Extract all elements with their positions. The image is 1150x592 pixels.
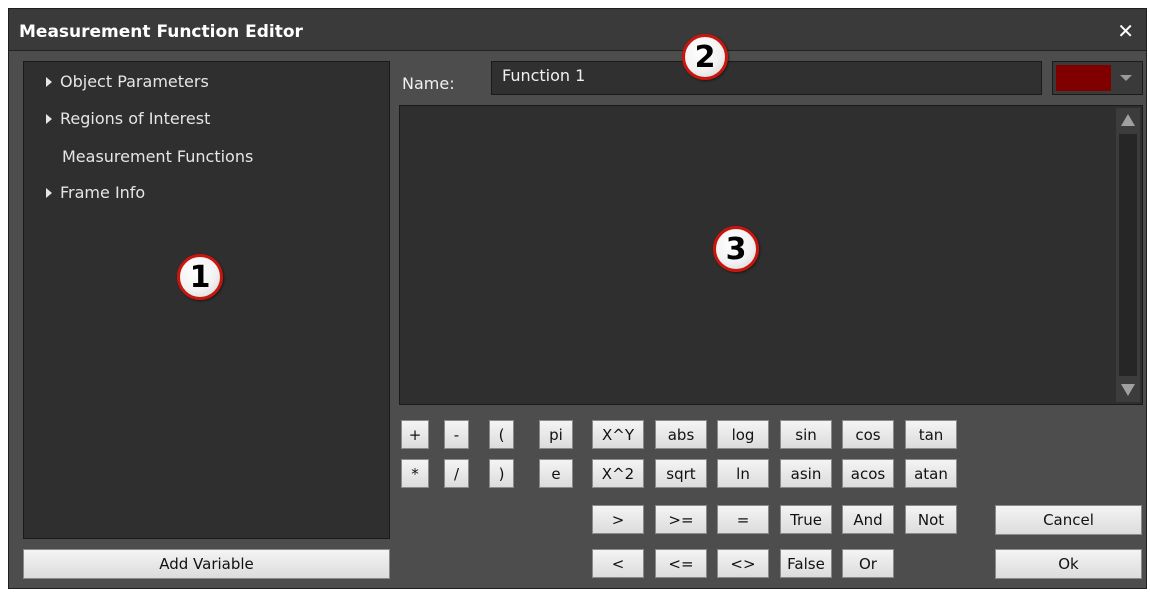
chevron-down-icon[interactable]	[1120, 75, 1132, 81]
key-sin[interactable]: sin	[780, 420, 832, 449]
tree-item-object-parameters[interactable]: Object Parameters	[46, 72, 209, 91]
key-close-paren[interactable]: )	[489, 459, 514, 488]
color-swatch	[1056, 65, 1111, 91]
key-true[interactable]: True	[780, 505, 832, 534]
ok-button[interactable]: Ok	[995, 549, 1142, 579]
expression-editor[interactable]	[399, 105, 1143, 405]
key-asin[interactable]: asin	[780, 459, 832, 488]
tree-item-label: Object Parameters	[60, 72, 209, 91]
tree-item-regions-of-interest[interactable]: Regions of Interest	[46, 109, 210, 128]
key-not[interactable]: Not	[905, 505, 957, 534]
variable-tree[interactable]: Object Parameters Regions of Interest Me…	[23, 61, 390, 539]
key-cos[interactable]: cos	[842, 420, 894, 449]
key-pi[interactable]: pi	[539, 420, 573, 449]
callout-marker-2: 2	[682, 34, 728, 80]
vertical-scrollbar[interactable]	[1116, 108, 1140, 402]
title-bar[interactable]: Measurement Function Editor ✕	[9, 9, 1146, 51]
scroll-down-arrow-icon[interactable]	[1116, 378, 1140, 402]
tree-item-frame-info[interactable]: Frame Info	[46, 183, 145, 202]
callout-marker-1: 1	[177, 254, 223, 300]
window-title: Measurement Function Editor	[19, 22, 303, 42]
close-icon[interactable]: ✕	[1117, 19, 1134, 43]
key-equal[interactable]: =	[717, 505, 769, 534]
expand-arrow-icon[interactable]	[46, 187, 52, 198]
expand-arrow-icon[interactable]	[46, 113, 52, 124]
tree-item-label: Frame Info	[60, 183, 146, 202]
callout-marker-3: 3	[713, 226, 759, 272]
tree-item-label: Measurement Functions	[62, 147, 254, 166]
key-open-paren[interactable]: (	[489, 420, 514, 449]
key-not-equal[interactable]: <>	[717, 549, 769, 578]
key-tan[interactable]: tan	[905, 420, 957, 449]
scroll-track[interactable]	[1119, 134, 1137, 376]
tree-item-label: Regions of Interest	[60, 109, 211, 128]
key-e[interactable]: e	[539, 459, 573, 488]
function-name-input[interactable]: Function 1	[491, 61, 1042, 95]
key-plus[interactable]: +	[401, 420, 429, 449]
name-label: Name:	[402, 74, 455, 93]
key-greater-than[interactable]: >	[592, 505, 644, 534]
cancel-button[interactable]: Cancel	[995, 505, 1142, 535]
key-and[interactable]: And	[842, 505, 894, 534]
key-atan[interactable]: atan	[905, 459, 957, 488]
key-multiply[interactable]: *	[401, 459, 429, 488]
key-less-than[interactable]: <	[592, 549, 644, 578]
key-less-equal[interactable]: <=	[655, 549, 707, 578]
key-divide[interactable]: /	[444, 459, 469, 488]
key-acos[interactable]: acos	[842, 459, 894, 488]
color-picker-dropdown[interactable]	[1052, 61, 1143, 95]
key-false[interactable]: False	[780, 549, 832, 578]
key-x-pow-y[interactable]: X^Y	[592, 420, 644, 449]
key-greater-equal[interactable]: >=	[655, 505, 707, 534]
key-or[interactable]: Or	[842, 549, 894, 578]
scroll-up-arrow-icon[interactable]	[1116, 108, 1140, 132]
key-minus[interactable]: -	[444, 420, 469, 449]
key-x-squared[interactable]: X^2	[592, 459, 644, 488]
key-abs[interactable]: abs	[655, 420, 707, 449]
tree-item-measurement-functions[interactable]: Measurement Functions	[62, 147, 253, 166]
key-ln[interactable]: ln	[717, 459, 769, 488]
measurement-function-editor-window: Measurement Function Editor ✕ Object Par…	[8, 8, 1147, 589]
key-log[interactable]: log	[717, 420, 769, 449]
key-sqrt[interactable]: sqrt	[655, 459, 707, 488]
add-variable-button[interactable]: Add Variable	[23, 549, 390, 579]
expand-arrow-icon[interactable]	[46, 76, 52, 87]
